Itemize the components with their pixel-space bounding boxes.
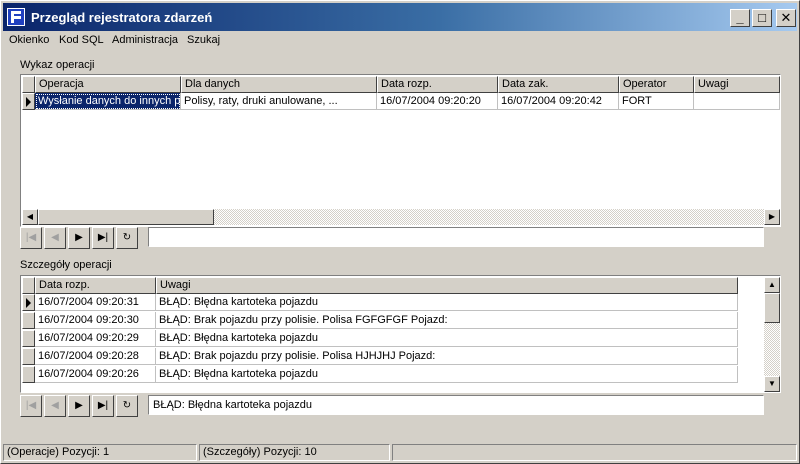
vertical-scroll-track[interactable] bbox=[764, 293, 780, 376]
minimize-icon: _ bbox=[736, 10, 744, 25]
menu-administracja[interactable]: Administracja bbox=[112, 34, 178, 46]
details-grid[interactable]: Data rozp. Uwagi 16/07/2004 09:20:31 BŁĄ… bbox=[20, 275, 781, 393]
nav-prior-button[interactable]: ◀ bbox=[44, 227, 66, 249]
scroll-right-button[interactable]: ▶ bbox=[764, 209, 780, 225]
current-row-arrow-icon bbox=[26, 298, 31, 308]
details-cell-date[interactable]: 16/07/2004 09:20:26 bbox=[35, 366, 156, 383]
nav-last-button[interactable]: ▶| bbox=[92, 227, 114, 249]
details-indicator-header bbox=[22, 277, 35, 294]
column-header-data-zak[interactable]: Data zak. bbox=[498, 76, 619, 93]
prior-record-icon: ◀ bbox=[51, 232, 59, 243]
menu-szukaj[interactable]: Szukaj bbox=[187, 34, 220, 46]
refresh-icon: ↻ bbox=[122, 232, 132, 243]
arrow-down-icon: ▼ bbox=[768, 379, 776, 388]
ops-cell-operator[interactable]: FORT bbox=[619, 93, 694, 110]
vertical-scroll-thumb[interactable] bbox=[764, 293, 780, 323]
details-nav-prior-button[interactable]: ◀ bbox=[44, 395, 66, 417]
details-cell-note[interactable]: BŁĄD: Błędna kartoteka pojazdu bbox=[156, 330, 738, 347]
close-button[interactable]: ✕ bbox=[776, 9, 796, 27]
ops-cell-dla-danych[interactable]: Polisy, raty, druki anulowane, ... bbox=[181, 93, 377, 110]
scroll-down-button[interactable]: ▼ bbox=[764, 376, 780, 392]
column-header-operator[interactable]: Operator bbox=[619, 76, 694, 93]
indicator-header bbox=[22, 76, 35, 93]
details-cell-date[interactable]: 16/07/2004 09:20:31 bbox=[35, 294, 156, 311]
operations-label: Wykaz operacji bbox=[20, 59, 95, 71]
column-header-details-uwagi[interactable]: Uwagi bbox=[156, 277, 738, 294]
details-nav-next-button[interactable]: ▶ bbox=[68, 395, 90, 417]
menu-kod-sql[interactable]: Kod SQL bbox=[59, 34, 104, 46]
main-window: Przegląd rejestratora zdarzeń _ □ ✕ Okie… bbox=[0, 0, 800, 464]
details-cell-note[interactable]: BŁĄD: Brak pojazdu przy polisie. Polisa … bbox=[156, 312, 738, 329]
details-row-indicator bbox=[22, 330, 35, 347]
column-header-operacja[interactable]: Operacja bbox=[35, 76, 181, 93]
details-label: Szczegóły operacji bbox=[20, 259, 112, 271]
maximize-button[interactable]: □ bbox=[752, 9, 772, 27]
details-cell-date[interactable]: 16/07/2004 09:20:30 bbox=[35, 312, 156, 329]
details-row-indicator bbox=[22, 348, 35, 365]
ops-cell-data-rozp[interactable]: 16/07/2004 09:20:20 bbox=[377, 93, 498, 110]
horizontal-scroll-thumb[interactable] bbox=[38, 209, 214, 225]
details-cell-note[interactable]: BŁĄD: Błędna kartoteka pojazdu bbox=[156, 294, 738, 311]
app-icon bbox=[7, 8, 25, 26]
details-cell-note[interactable]: BŁĄD: Błędna kartoteka pojazdu bbox=[156, 366, 738, 383]
ops-cell-uwagi[interactable] bbox=[694, 93, 780, 110]
status-empty-panel bbox=[392, 444, 797, 461]
arrow-left-icon: ◀ bbox=[26, 212, 34, 221]
nav-first-button[interactable]: |◀ bbox=[20, 227, 42, 249]
nav-next-button[interactable]: ▶ bbox=[68, 227, 90, 249]
current-row-arrow-icon bbox=[26, 97, 31, 107]
column-header-details-data-rozp[interactable]: Data rozp. bbox=[35, 277, 156, 294]
status-operations: (Operacje) Pozycji: 1 bbox=[3, 444, 197, 461]
refresh-icon: ↻ bbox=[122, 400, 132, 411]
row-indicator bbox=[22, 93, 35, 110]
ops-cell-data-zak[interactable]: 16/07/2004 09:20:42 bbox=[498, 93, 619, 110]
nav-refresh-button[interactable]: ↻ bbox=[116, 227, 138, 249]
column-header-data-rozp[interactable]: Data rozp. bbox=[377, 76, 498, 93]
operations-grid[interactable]: Operacja Dla danych Data rozp. Data zak.… bbox=[20, 74, 781, 227]
last-record-icon: ▶| bbox=[97, 400, 109, 411]
details-nav-last-button[interactable]: ▶| bbox=[92, 395, 114, 417]
details-nav-first-button[interactable]: |◀ bbox=[20, 395, 42, 417]
maximize-icon: □ bbox=[758, 10, 766, 25]
menu-okienko[interactable]: Okienko bbox=[9, 34, 49, 46]
details-row-indicator bbox=[22, 312, 35, 329]
details-row-indicator bbox=[22, 294, 35, 311]
first-record-icon: |◀ bbox=[25, 400, 37, 411]
arrow-up-icon: ▲ bbox=[768, 280, 776, 289]
first-record-icon: |◀ bbox=[25, 232, 37, 243]
column-header-uwagi[interactable]: Uwagi bbox=[694, 76, 780, 93]
menu-bar: Okienko Kod SQL Administracja Szukaj bbox=[3, 32, 797, 50]
details-nav-refresh-button[interactable]: ↻ bbox=[116, 395, 138, 417]
title-bar[interactable]: Przegląd rejestratora zdarzeń _ □ ✕ bbox=[3, 3, 797, 31]
arrow-right-icon: ▶ bbox=[768, 212, 776, 221]
operations-memo-field[interactable] bbox=[148, 227, 764, 247]
scroll-left-button[interactable]: ◀ bbox=[22, 209, 38, 225]
window-title: Przegląd rejestratora zdarzeń bbox=[31, 10, 213, 25]
details-memo-field[interactable]: BŁĄD: Błędna kartoteka pojazdu bbox=[148, 395, 764, 415]
next-record-icon: ▶ bbox=[75, 400, 83, 411]
details-row-indicator bbox=[22, 366, 35, 383]
close-icon: ✕ bbox=[780, 10, 792, 25]
next-record-icon: ▶ bbox=[75, 232, 83, 243]
last-record-icon: ▶| bbox=[97, 232, 109, 243]
ops-cell-operacja[interactable]: Wysłanie danych do innych pu bbox=[35, 93, 181, 110]
details-cell-date[interactable]: 16/07/2004 09:20:29 bbox=[35, 330, 156, 347]
minimize-button[interactable]: _ bbox=[730, 9, 750, 27]
details-cell-note[interactable]: BŁĄD: Brak pojazdu przy polisie. Polisa … bbox=[156, 348, 738, 365]
column-header-dla-danych[interactable]: Dla danych bbox=[181, 76, 377, 93]
status-details: (Szczegóły) Pozycji: 10 bbox=[199, 444, 390, 461]
scroll-up-button[interactable]: ▲ bbox=[764, 277, 780, 293]
prior-record-icon: ◀ bbox=[51, 400, 59, 411]
details-cell-date[interactable]: 16/07/2004 09:20:28 bbox=[35, 348, 156, 365]
horizontal-scroll-track[interactable] bbox=[38, 209, 764, 225]
